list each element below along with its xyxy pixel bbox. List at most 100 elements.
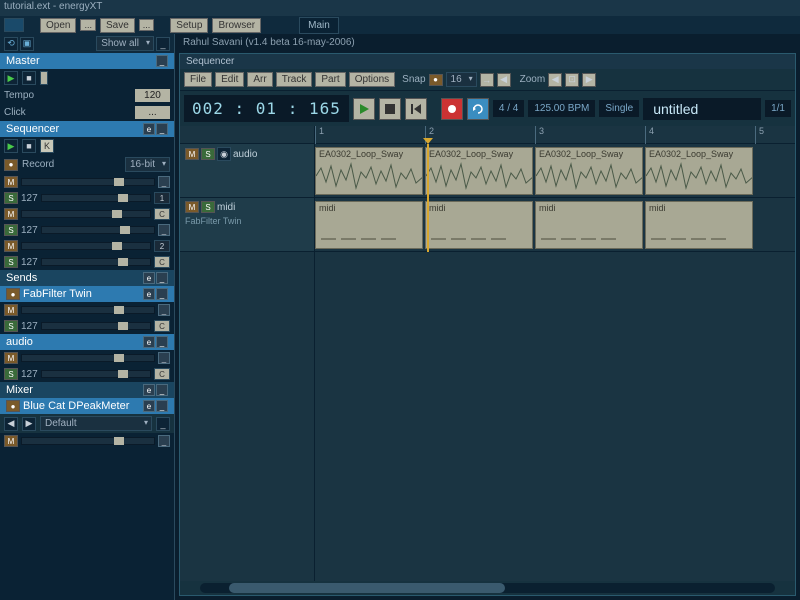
loop-button[interactable] <box>467 98 489 120</box>
snap-toggle[interactable]: ● <box>429 74 443 86</box>
seq-play[interactable]: ▶ <box>4 139 18 153</box>
mixer-e[interactable]: e <box>143 384 155 396</box>
clip-m2[interactable]: midi <box>425 201 533 249</box>
seq-stop[interactable]: ■ <box>22 139 36 153</box>
def-vol[interactable] <box>21 437 155 445</box>
seq-part[interactable]: Part <box>315 72 345 87</box>
fab-solo[interactable]: S <box>4 320 18 332</box>
trk2-solo[interactable]: S <box>201 201 215 213</box>
snap-value[interactable]: 16 <box>446 72 477 87</box>
timeline[interactable]: 1 2 3 4 5 EA0302_Loop_Sway EA0302_Loop_S… <box>315 126 795 581</box>
master-stop[interactable]: ■ <box>22 71 36 85</box>
left-nav-2[interactable]: ▣ <box>20 37 34 51</box>
clip-m1[interactable]: midi <box>315 201 423 249</box>
default-min[interactable]: _ <box>156 417 170 431</box>
browser-button[interactable]: Browser <box>212 18 261 33</box>
zoom-fit[interactable]: ⊡ <box>565 73 579 87</box>
bluecat-toggle[interactable]: ● <box>6 400 20 412</box>
slot-2[interactable]: _ <box>158 224 170 236</box>
solo-1[interactable]: S <box>4 192 18 204</box>
fab-mute[interactable]: M <box>4 304 18 316</box>
seq-arr[interactable]: Arr <box>247 72 272 87</box>
left-nav-1[interactable]: ⟲ <box>4 37 18 51</box>
bpm-field[interactable]: 125.00 BPM <box>528 100 595 117</box>
bluecat-e[interactable]: e <box>143 400 155 412</box>
sends-header[interactable]: Sends e_ <box>0 270 174 286</box>
setup-button[interactable]: Setup <box>170 18 208 33</box>
page-field[interactable]: 1/1 <box>765 100 791 117</box>
seq-track[interactable]: Track <box>276 72 313 87</box>
h-scrollbar[interactable] <box>180 581 795 595</box>
track-head-midi[interactable]: M S midi FabFilter Twin <box>180 198 314 252</box>
slot-1[interactable]: _ <box>158 176 170 188</box>
open-button[interactable]: Open <box>40 18 76 33</box>
audio-mute[interactable]: M <box>4 352 18 364</box>
trk1-mute[interactable]: M <box>185 148 199 160</box>
trk1-mon[interactable]: ◉ <box>217 147 231 161</box>
pan-slider-1[interactable] <box>41 194 151 202</box>
nav-prev[interactable]: ◀ <box>4 417 18 431</box>
fab-slot[interactable]: _ <box>158 304 170 316</box>
time-sig[interactable]: 4 / 4 <box>493 100 524 117</box>
master-play[interactable]: ▶ <box>4 71 18 85</box>
zoom-left[interactable]: ◀ <box>548 73 562 87</box>
clip-a4[interactable]: EA0302_Loop_Sway <box>645 147 753 195</box>
nav-next[interactable]: ▶ <box>22 417 36 431</box>
save-more-button[interactable]: ... <box>139 19 155 31</box>
fab-vol[interactable] <box>21 306 155 314</box>
vol-slider-3[interactable] <box>21 242 151 250</box>
seq-options[interactable]: Options <box>349 72 395 87</box>
master-header[interactable]: Master _ <box>0 53 174 69</box>
mute-3[interactable]: M <box>4 240 18 252</box>
chan-2[interactable]: 2 <box>154 240 170 252</box>
audio-header[interactable]: audio e_ <box>0 334 174 350</box>
audio-e[interactable]: e <box>143 336 155 348</box>
song-name[interactable]: untitled <box>643 98 761 120</box>
sends-e[interactable]: e <box>143 272 155 284</box>
record-toggle[interactable]: ● <box>4 159 18 171</box>
save-button[interactable]: Save <box>100 18 135 33</box>
snap-next[interactable]: → <box>480 73 494 87</box>
chan-c1[interactable]: C <box>154 208 170 220</box>
vol-slider-2[interactable] <box>21 210 151 218</box>
solo-2[interactable]: S <box>4 224 18 236</box>
lane-audio[interactable]: EA0302_Loop_Sway EA0302_Loop_Sway EA0302… <box>315 144 795 198</box>
seq-rewind[interactable]: K <box>40 139 54 153</box>
lane-midi[interactable]: midi midi midi midi <box>315 198 795 252</box>
fab-toggle[interactable]: ● <box>6 288 20 300</box>
vol-slider-1[interactable] <box>21 178 155 186</box>
tempo-value[interactable]: 120 <box>135 89 170 102</box>
bluecat-header[interactable]: ●Blue Cat DPeakMeter e_ <box>0 398 174 414</box>
master-min[interactable]: _ <box>156 55 168 67</box>
seq-e[interactable]: e <box>143 123 155 135</box>
collapse-button[interactable]: _ <box>156 37 170 51</box>
mute-1[interactable]: M <box>4 176 18 188</box>
mixer-min[interactable]: _ <box>156 384 168 396</box>
timecode[interactable]: 002 : 01 : 165 <box>184 95 349 122</box>
mode-field[interactable]: Single <box>599 100 639 117</box>
seq-edit[interactable]: Edit <box>215 72 244 87</box>
zoom-right[interactable]: ▶ <box>582 73 596 87</box>
record-button[interactable] <box>441 98 463 120</box>
pan-slider-2[interactable] <box>41 226 155 234</box>
bits-dropdown[interactable]: 16-bit <box>125 157 170 172</box>
sends-min[interactable]: _ <box>156 272 168 284</box>
pan-slider-3[interactable] <box>41 258 151 266</box>
clip-a2[interactable]: EA0302_Loop_Sway <box>425 147 533 195</box>
audio-vol[interactable] <box>21 354 155 362</box>
master-extra[interactable] <box>40 71 48 85</box>
fab-header[interactable]: ●FabFilter Twin e_ <box>0 286 174 302</box>
track-head-audio[interactable]: M S ◉ audio <box>180 144 314 198</box>
main-tab[interactable]: Main <box>299 17 339 34</box>
open-more-button[interactable]: ... <box>80 19 96 31</box>
audio-c[interactable]: C <box>154 368 170 380</box>
app-icon[interactable] <box>4 18 24 32</box>
seq-file[interactable]: File <box>184 72 212 87</box>
mute-2[interactable]: M <box>4 208 18 220</box>
bluecat-min[interactable]: _ <box>156 400 168 412</box>
audio-min[interactable]: _ <box>156 336 168 348</box>
click-button[interactable]: ... <box>135 106 170 119</box>
rewind-button[interactable] <box>405 98 427 120</box>
chan-1[interactable]: 1 <box>154 192 170 204</box>
fab-pan[interactable] <box>41 322 151 330</box>
